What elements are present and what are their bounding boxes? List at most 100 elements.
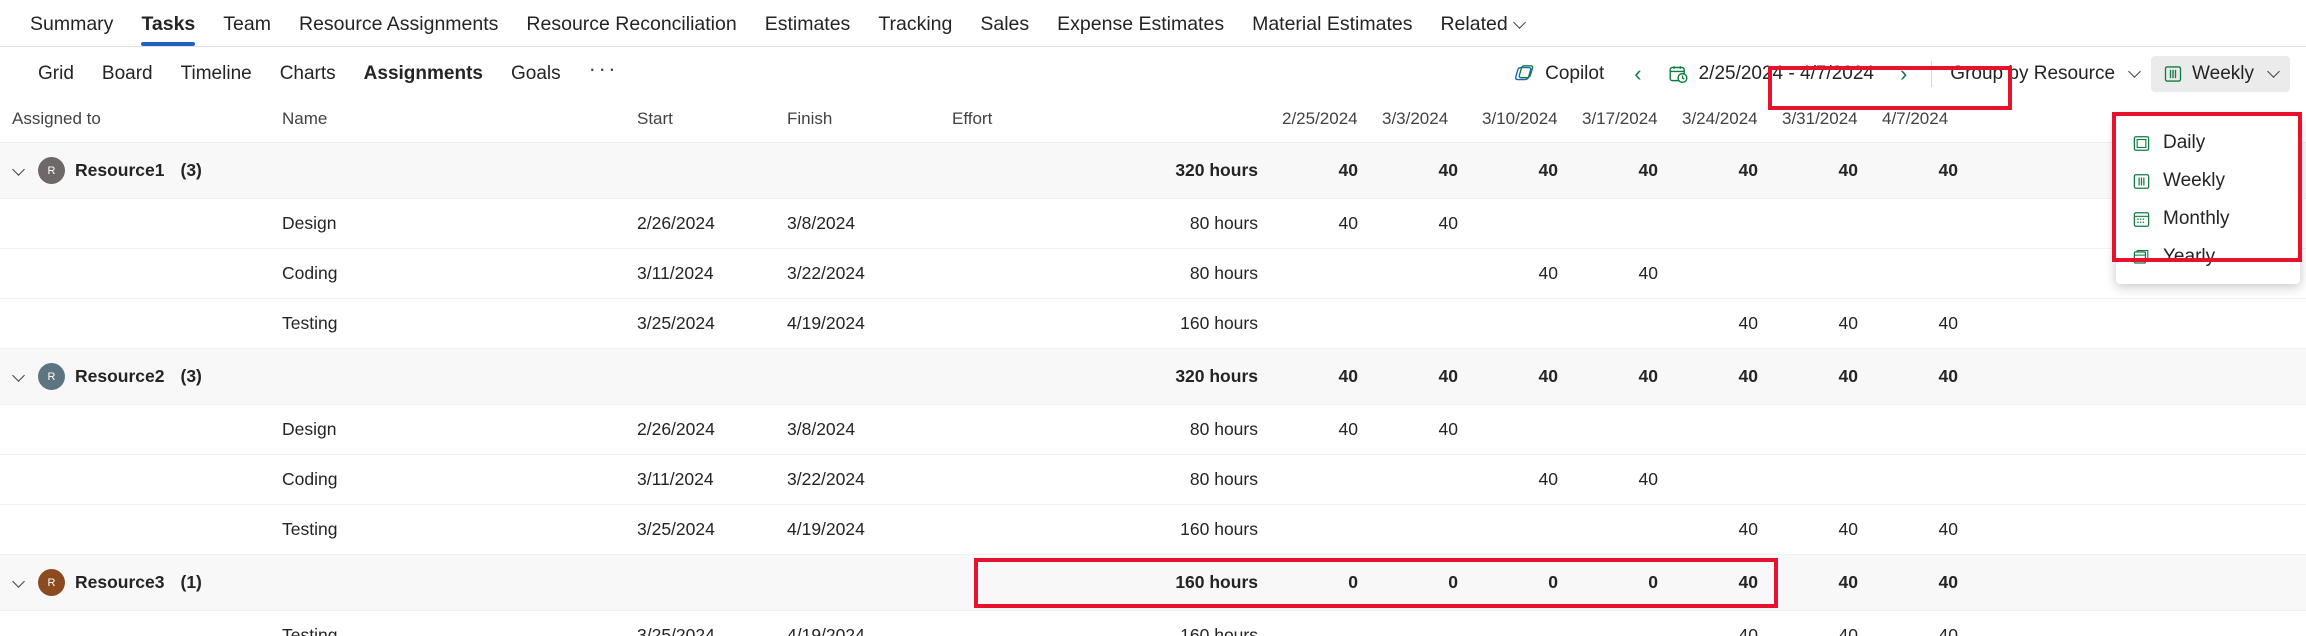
previous-period-button[interactable]: ‹: [1620, 59, 1655, 89]
toolbar-right-controls: Copilot ‹ 2/25/2024 - 4/7/2024 › Group b…: [1502, 47, 2290, 101]
column-header-w1[interactable]: 2/25/2024: [1270, 101, 1370, 143]
resource-task-count: (1): [180, 572, 202, 592]
column-header-assigned_to[interactable]: Assigned to: [0, 101, 270, 143]
group-week-value: 0: [1570, 554, 1670, 611]
period-selector-button[interactable]: Weekly: [2151, 56, 2290, 92]
row-assigned-to: [0, 610, 270, 636]
table-row[interactable]: Design 2/26/2024 3/8/2024 80 hours 40 40: [0, 198, 2306, 249]
task-effort: 160 hours: [940, 610, 1270, 636]
resource-group-cell[interactable]: R Resource2 (3): [0, 348, 270, 405]
nav-tab-expense-estimates[interactable]: Expense Estimates: [1043, 12, 1238, 47]
table-row[interactable]: Coding 3/11/2024 3/22/2024 80 hours 40 40: [0, 248, 2306, 299]
resource-group-cell[interactable]: R Resource1 (3): [0, 142, 270, 199]
resource-group-cell[interactable]: R Resource3 (1): [0, 554, 270, 611]
chevron-down-icon[interactable]: [12, 575, 28, 591]
resource-group-row[interactable]: R Resource2 (3) 320 hours 40 40 40 40 40 40 40: [0, 348, 2306, 405]
group-name-col: [270, 348, 625, 405]
column-header-w3[interactable]: 3/10/2024: [1470, 101, 1570, 143]
column-header-w4[interactable]: 3/17/2024: [1570, 101, 1670, 143]
group-by-button[interactable]: Group by Resource: [1938, 56, 2151, 92]
row-assigned-to: [0, 298, 270, 349]
table-row[interactable]: Coding 3/11/2024 3/22/2024 80 hours 40 40: [0, 454, 2306, 505]
column-header-w5[interactable]: 3/24/2024: [1670, 101, 1770, 143]
assignments-table: Assigned to Name Start Finish Effort 2/25/202…: [0, 101, 2306, 636]
chevron-down-icon[interactable]: [12, 369, 28, 385]
period-option-daily[interactable]: Daily: [2116, 124, 2300, 162]
task-week-value: [1770, 454, 1870, 505]
resource-group-row[interactable]: R Resource1 (3) 320 hours 40 40 40 40 40 40 40: [0, 142, 2306, 199]
view-tab-timeline[interactable]: Timeline: [167, 63, 266, 85]
task-finish: 3/8/2024: [775, 198, 940, 249]
resource-task-count: (3): [180, 366, 202, 386]
nav-tab-summary[interactable]: Summary: [16, 14, 127, 47]
copilot-icon: [1514, 63, 1536, 85]
column-header-name[interactable]: Name: [270, 101, 625, 143]
task-week-value: 40: [1670, 298, 1770, 349]
task-week-value: 40: [1270, 198, 1370, 249]
task-effort: 160 hours: [940, 298, 1270, 349]
nav-tab-label: Expense Estimates: [1057, 12, 1225, 35]
column-header-w2[interactable]: 3/3/2024: [1370, 101, 1470, 143]
nav-tab-resource-reconciliation[interactable]: Resource Reconciliation: [512, 14, 750, 47]
next-period-button[interactable]: ›: [1886, 59, 1921, 89]
table-header-row: Assigned to Name Start Finish Effort 2/25/202…: [0, 101, 2306, 143]
view-tab-goals[interactable]: Goals: [497, 63, 575, 85]
nav-tab-material-estimates[interactable]: Material Estimates: [1238, 14, 1426, 47]
group-finish-col: [775, 142, 940, 199]
nav-tab-team[interactable]: Team: [209, 12, 285, 47]
table-row[interactable]: Testing 3/25/2024 4/19/2024 160 hours 40 40 40: [0, 504, 2306, 555]
group-name-col: [270, 142, 625, 199]
view-tab-charts[interactable]: Charts: [266, 63, 350, 85]
view-tab-board[interactable]: Board: [88, 63, 167, 85]
row-assigned-to: [0, 404, 270, 455]
group-name-col: [270, 554, 625, 611]
nav-tab-label: Estimates: [764, 12, 851, 35]
copilot-button[interactable]: Copilot: [1502, 56, 1616, 92]
group-week-value: 40: [1770, 554, 1870, 611]
column-header-w6[interactable]: 3/31/2024: [1770, 101, 1870, 143]
column-header-effort[interactable]: Effort: [940, 101, 1270, 143]
nav-tab-tasks[interactable]: Tasks: [127, 14, 209, 47]
nav-tab-label: Sales: [980, 12, 1030, 35]
table-body: R Resource1 (3) 320 hours 40 40 40 40 40 40 40 Desi…: [0, 142, 2306, 636]
nav-tab-label: Team: [223, 12, 271, 35]
task-finish: 4/19/2024: [775, 298, 940, 349]
nav-tab-sales[interactable]: Sales: [966, 12, 1043, 47]
task-finish: 3/22/2024: [775, 454, 940, 505]
nav-tab-resource-assignments[interactable]: Resource Assignments: [285, 12, 512, 47]
task-week-value: [1570, 504, 1670, 555]
column-header-w7[interactable]: 4/7/2024: [1870, 101, 1970, 143]
nav-tab-estimates[interactable]: Estimates: [751, 12, 865, 47]
period-option-yearly[interactable]: Yearly: [2116, 238, 2300, 276]
period-selector-label: Weekly: [2192, 63, 2254, 84]
calendar-month-icon: [2132, 210, 2151, 229]
view-tab-grid[interactable]: Grid: [24, 63, 88, 85]
table-row[interactable]: Testing 3/25/2024 4/19/2024 160 hours 40 40 40: [0, 610, 2306, 636]
nav-tab-label: Resource Assignments: [298, 12, 499, 35]
resource-group-row[interactable]: R Resource3 (1) 160 hours 0 0 0 0 40 40 40: [0, 554, 2306, 611]
group-start-col: [625, 554, 775, 611]
table-row[interactable]: Design 2/26/2024 3/8/2024 80 hours 40 40: [0, 404, 2306, 455]
date-range-button[interactable]: 2/25/2024 - 4/7/2024: [1656, 57, 1886, 91]
task-week-value: [1770, 198, 1870, 249]
column-header-start[interactable]: Start: [625, 101, 775, 143]
task-name: Design: [270, 404, 625, 455]
group-effort: 320 hours: [940, 142, 1270, 199]
task-start: 3/25/2024: [625, 610, 775, 636]
chevron-down-icon: [1512, 15, 1526, 29]
task-effort: 160 hours: [940, 504, 1270, 555]
period-option-monthly[interactable]: Monthly: [2116, 200, 2300, 238]
column-header-finish[interactable]: Finish: [775, 101, 940, 143]
task-finish: 3/22/2024: [775, 248, 940, 299]
table-row[interactable]: Testing 3/25/2024 4/19/2024 160 hours 40 40 40: [0, 298, 2306, 349]
nav-tab-related[interactable]: Related: [1426, 14, 1537, 47]
view-tabs-overflow-button[interactable]: ···: [575, 56, 632, 92]
nav-tab-tracking[interactable]: Tracking: [864, 14, 966, 47]
task-week-value: [1570, 198, 1670, 249]
row-assigned-to: [0, 504, 270, 555]
group-week-value: 40: [1670, 348, 1770, 405]
period-option-weekly[interactable]: Weekly: [2116, 162, 2300, 200]
view-tab-assignments[interactable]: Assignments: [350, 63, 497, 85]
chevron-down-icon[interactable]: [12, 163, 28, 179]
calendar-week-icon: [2132, 172, 2151, 191]
